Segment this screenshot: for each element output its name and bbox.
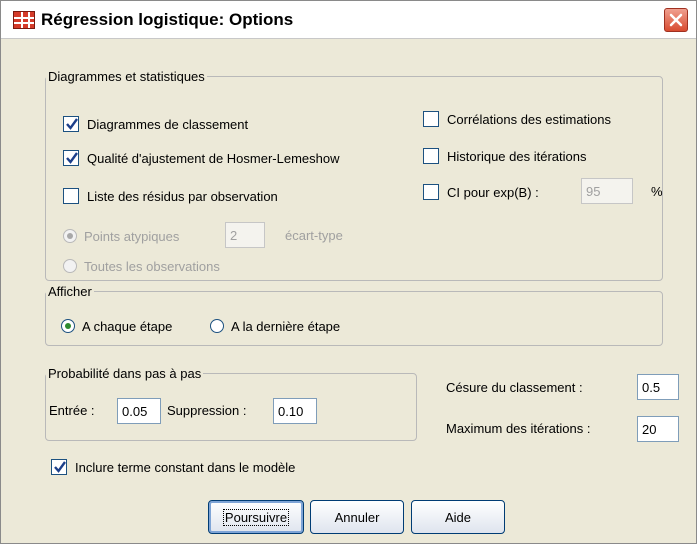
max-iterations-label: Maximum des itérations :	[446, 421, 591, 436]
max-iterations-input[interactable]: 20	[637, 416, 679, 442]
outliers-unit-label: écart-type	[285, 228, 343, 243]
checkmark-icon	[54, 461, 66, 473]
ci-percent-label: %	[651, 184, 663, 199]
cancel-button-label: Annuler	[334, 510, 380, 525]
stepwise-probability-legend: Probabilité dans pas à pas	[48, 366, 202, 381]
classification-plots-checkbox[interactable]	[63, 116, 79, 132]
iteration-history-checkbox[interactable]	[423, 148, 439, 164]
casewise-residuals-checkbox[interactable]	[63, 188, 79, 204]
hosmer-lemeshow-checkbox[interactable]	[63, 150, 79, 166]
classification-plots-option[interactable]: Diagrammes de classement	[63, 113, 248, 135]
ci-exp-b-label: CI pour exp(B) :	[447, 184, 539, 200]
include-constant-checkbox[interactable]	[51, 459, 67, 475]
include-constant-option[interactable]: Inclure terme constant dans le modèle	[51, 456, 295, 478]
outliers-option[interactable]: Points atypiques	[63, 225, 179, 247]
checkmark-icon	[66, 118, 78, 130]
classification-cutoff-label: Césure du classement :	[446, 380, 583, 395]
each-step-label: A chaque étape	[82, 318, 173, 334]
each-step-radio[interactable]	[61, 319, 75, 333]
ci-exp-b-checkbox[interactable]	[423, 184, 439, 200]
spss-grid-icon	[13, 11, 35, 29]
casewise-residuals-label: Liste des résidus par observation	[87, 188, 278, 204]
include-constant-label: Inclure terme constant dans le modèle	[75, 459, 296, 475]
removal-input[interactable]: 0.10	[273, 398, 317, 424]
all-cases-label: Toutes les observations	[84, 258, 220, 274]
all-cases-radio[interactable]	[63, 259, 77, 273]
options-dialog: Régression logistique: Options Diagramme…	[0, 0, 697, 544]
outliers-sd-input[interactable]: 2	[225, 222, 265, 248]
continue-button-label: Poursuivre	[222, 509, 290, 526]
all-cases-option[interactable]: Toutes les observations	[63, 255, 220, 277]
hosmer-lemeshow-option[interactable]: Qualité d'ajustement de Hosmer-Lemeshow	[63, 147, 340, 169]
cancel-button[interactable]: Annuler	[310, 500, 404, 534]
checkmark-icon	[66, 152, 78, 164]
diagrams-statistics-legend: Diagrammes et statistiques	[48, 69, 205, 84]
ci-level-input[interactable]: 95	[581, 178, 633, 204]
outliers-label: Points atypiques	[84, 228, 180, 244]
last-step-label: A la dernière étape	[231, 318, 341, 334]
outliers-radio[interactable]	[63, 229, 77, 243]
correlations-checkbox[interactable]	[423, 111, 439, 127]
iteration-history-option[interactable]: Historique des itérations	[423, 145, 586, 167]
display-legend: Afficher	[48, 284, 92, 299]
entry-label: Entrée :	[49, 403, 95, 418]
title-bar[interactable]: Régression logistique: Options	[1, 1, 696, 39]
removal-label: Suppression :	[167, 403, 247, 418]
correlations-label: Corrélations des estimations	[447, 111, 612, 127]
each-step-option[interactable]: A chaque étape	[61, 315, 172, 337]
correlations-option[interactable]: Corrélations des estimations	[423, 108, 611, 130]
last-step-option[interactable]: A la dernière étape	[210, 315, 340, 337]
classification-plots-label: Diagrammes de classement	[87, 116, 249, 132]
iteration-history-label: Historique des itérations	[447, 148, 587, 164]
last-step-radio[interactable]	[210, 319, 224, 333]
hosmer-lemeshow-label: Qualité d'ajustement de Hosmer-Lemeshow	[87, 150, 340, 166]
help-button[interactable]: Aide	[411, 500, 505, 534]
dialog-title: Régression logistique: Options	[41, 10, 294, 29]
continue-button[interactable]: Poursuivre	[208, 500, 304, 534]
diagrams-statistics-group: Diagrammes et statistiques	[45, 69, 663, 281]
ci-exp-b-option[interactable]: CI pour exp(B) :	[423, 181, 539, 203]
casewise-residuals-option[interactable]: Liste des résidus par observation	[63, 185, 278, 207]
help-button-label: Aide	[444, 510, 472, 525]
close-icon[interactable]	[664, 8, 688, 32]
classification-cutoff-input[interactable]: 0.5	[637, 374, 679, 400]
entry-input[interactable]: 0.05	[117, 398, 161, 424]
